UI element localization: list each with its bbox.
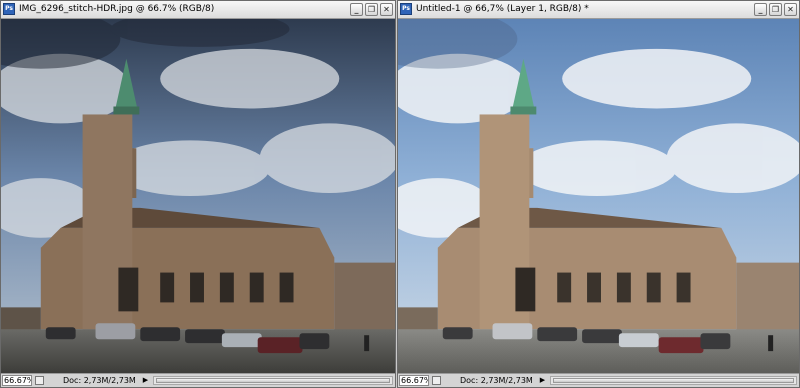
status-menu-arrow-icon[interactable]: ▶ bbox=[141, 376, 150, 385]
status-info-icon[interactable] bbox=[35, 376, 44, 385]
window-titlebar[interactable]: Ps IMG_6296_stitch-HDR.jpg @ 66.7% (RGB/… bbox=[1, 1, 395, 19]
photoshop-workspace: Ps IMG_6296_stitch-HDR.jpg @ 66.7% (RGB/… bbox=[0, 0, 800, 388]
close-icon[interactable]: ✕ bbox=[380, 3, 393, 16]
image-canvas[interactable] bbox=[1, 19, 395, 373]
horizontal-scrollbar[interactable] bbox=[153, 376, 393, 385]
zoom-level-field[interactable]: 66.67% bbox=[399, 375, 429, 386]
document-window-original[interactable]: Ps IMG_6296_stitch-HDR.jpg @ 66.7% (RGB/… bbox=[0, 0, 396, 388]
status-bar: 66.67% Doc: 2,73M/2,73M ▶ bbox=[1, 373, 395, 387]
photoshop-app-icon: Ps bbox=[400, 3, 412, 15]
window-title: IMG_6296_stitch-HDR.jpg @ 66.7% (RGB/8) bbox=[19, 4, 215, 14]
close-icon[interactable]: ✕ bbox=[784, 3, 797, 16]
window-controls: _ ❐ ✕ bbox=[350, 3, 393, 16]
window-title: Untitled-1 @ 66,7% (Layer 1, RGB/8) * bbox=[416, 4, 589, 14]
minimize-icon[interactable]: _ bbox=[350, 3, 363, 16]
photoshop-app-icon: Ps bbox=[3, 3, 15, 15]
restore-icon[interactable]: ❐ bbox=[769, 3, 782, 16]
restore-icon[interactable]: ❐ bbox=[365, 3, 378, 16]
document-size: Doc: 2,73M/2,73M bbox=[460, 376, 533, 385]
document-size: Doc: 2,73M/2,73M bbox=[63, 376, 136, 385]
church-photo bbox=[1, 19, 395, 373]
status-bar: 66.67% Doc: 2,73M/2,73M ▶ bbox=[398, 373, 799, 387]
status-info-icon[interactable] bbox=[432, 376, 441, 385]
horizontal-scrollbar[interactable] bbox=[550, 376, 797, 385]
window-titlebar[interactable]: Ps Untitled-1 @ 66,7% (Layer 1, RGB/8) *… bbox=[398, 1, 799, 19]
zoom-level-field[interactable]: 66.67% bbox=[2, 375, 32, 386]
scrollbar-thumb[interactable] bbox=[553, 378, 794, 383]
document-window-edited[interactable]: Ps Untitled-1 @ 66,7% (Layer 1, RGB/8) *… bbox=[397, 0, 800, 388]
image-canvas[interactable] bbox=[398, 19, 799, 373]
minimize-icon[interactable]: _ bbox=[754, 3, 767, 16]
status-menu-arrow-icon[interactable]: ▶ bbox=[538, 376, 547, 385]
church-photo bbox=[398, 19, 799, 373]
window-controls: _ ❐ ✕ bbox=[754, 3, 797, 16]
scrollbar-thumb[interactable] bbox=[156, 378, 390, 383]
